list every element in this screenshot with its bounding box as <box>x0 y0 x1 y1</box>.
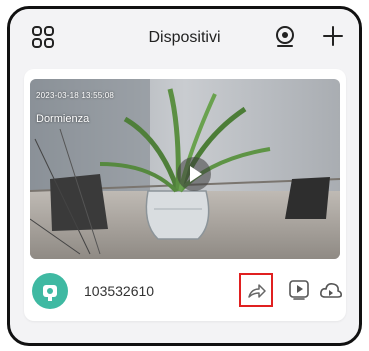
share-button[interactable] <box>239 273 273 307</box>
camera-preview[interactable]: 2023-03-18 13:55:08 Dormienza <box>30 79 340 259</box>
share-icon <box>248 284 266 298</box>
plus-icon[interactable] <box>322 25 344 47</box>
device-footer: 103532610 <box>24 265 346 317</box>
device-id[interactable]: 103532610 <box>84 283 154 299</box>
phone-frame: Dispositivi 2023-03-18 13:55:08 Dormienz… <box>7 6 362 346</box>
playback-icon[interactable] <box>288 279 310 301</box>
play-button[interactable] <box>177 157 211 191</box>
camera-avatar-icon <box>43 285 57 301</box>
cloud-icon[interactable] <box>319 279 343 301</box>
app-header: Dispositivi <box>10 9 359 67</box>
page-title: Dispositivi <box>148 29 221 46</box>
next-card-peek <box>24 327 346 343</box>
timestamp-overlay: 2023-03-18 13:55:08 <box>36 91 115 100</box>
camera-add-icon[interactable] <box>274 25 296 49</box>
device-card: 2023-03-18 13:55:08 Dormienza 103532610 <box>24 69 346 321</box>
device-avatar[interactable] <box>32 273 68 309</box>
play-icon <box>190 166 202 182</box>
status-label: Dormienza <box>36 113 90 125</box>
